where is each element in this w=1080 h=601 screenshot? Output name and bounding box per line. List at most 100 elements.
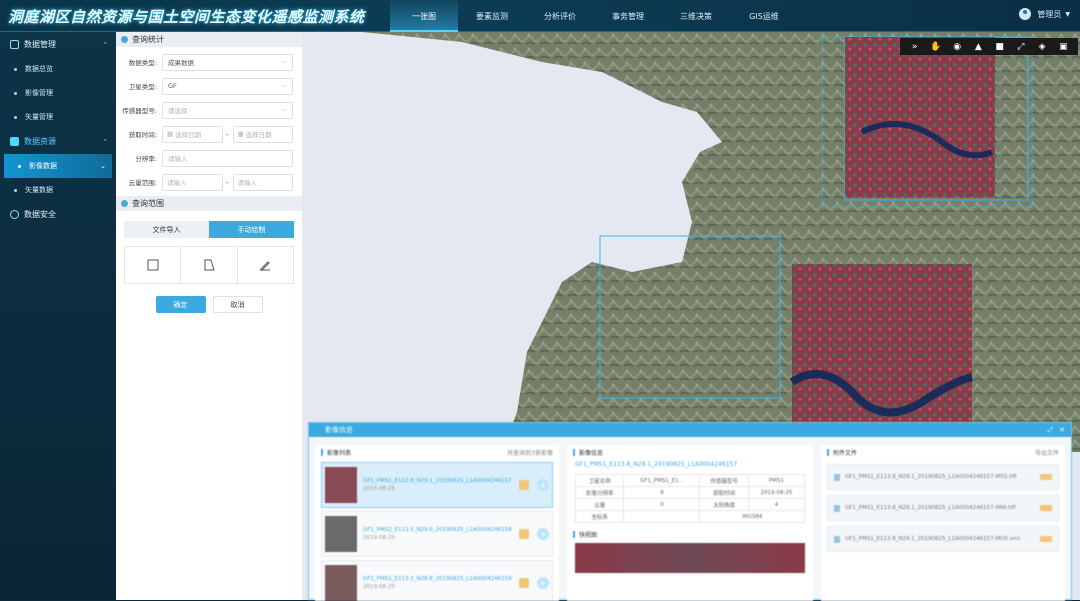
list-item[interactable]: GF1_PMS1_E113.2_N28.8_20190825_L1A000424… xyxy=(321,560,553,601)
input-placeholder: 请输入 xyxy=(237,179,258,187)
maximize-icon[interactable]: ⤢ xyxy=(1048,426,1054,435)
close-icon[interactable]: ✕ xyxy=(1059,426,1065,435)
database-icon xyxy=(10,40,19,49)
sidebar-item-image-management[interactable]: 影像管理 xyxy=(0,81,116,105)
hand-icon[interactable]: ✋ xyxy=(930,41,942,53)
select-value: 成果数据 xyxy=(168,59,194,67)
sidebar-item-image-data[interactable]: 影像数据 ⌄ xyxy=(4,154,112,178)
sidebar-group-data-management[interactable]: 数据管理 ⌃ xyxy=(0,32,116,57)
sidebar-group-data-resources[interactable]: 数据资源 ⌃ xyxy=(0,129,116,154)
start-date-picker[interactable]: ▦ 选择日期 xyxy=(162,125,223,143)
shield-icon xyxy=(10,210,19,219)
palette-icon[interactable]: ◉ xyxy=(951,41,963,53)
table-cell: 太阳角度 xyxy=(699,498,749,511)
bullet-icon xyxy=(14,188,17,192)
toolbox-icon[interactable]: ■ xyxy=(994,41,1006,53)
confirm-button[interactable]: 确定 xyxy=(155,296,206,313)
sidebar-item-vector-management[interactable]: 矢量管理 xyxy=(0,105,116,129)
freehand-tool[interactable] xyxy=(238,247,293,283)
resolution-input[interactable]: 请输入 xyxy=(162,149,293,167)
column-header: 快视图 xyxy=(567,527,813,541)
image-name: GF1_PMS1_E113.8_N29.1_20190825_L1A000424… xyxy=(363,478,512,484)
fullscreen-icon[interactable]: ⤢ xyxy=(1015,41,1027,53)
query-panel: 查询统计 数据类型: 成果数据 ⌄ 卫星类型: GF ⌄ 传感器型号: 请选择 ⌄ 获取时间… xyxy=(116,32,302,600)
table-cell: WGS84 xyxy=(699,510,805,523)
download-icon[interactable] xyxy=(1040,505,1052,511)
input-placeholder: 请输入 xyxy=(167,179,187,187)
chevron-down-icon: ⌄ xyxy=(100,162,106,170)
file-icon xyxy=(834,535,840,543)
sidebar-item-label: 矢量数据 xyxy=(25,186,53,194)
table-cell: 传感器型号 xyxy=(699,474,749,487)
sensor-select[interactable]: 请选择 ⌄ xyxy=(162,101,293,119)
select-placeholder: 请选择 xyxy=(168,107,188,115)
sidebar-group-data-security[interactable]: 数据安全 xyxy=(0,202,116,227)
add-icon[interactable]: + xyxy=(537,577,549,589)
column-header: 影像列表 共查询到3景影像 xyxy=(315,445,559,459)
cloud-max-input[interactable]: 请输入 xyxy=(232,173,293,191)
sidebar-item-label: 数据总览 xyxy=(25,65,53,73)
section-title: 查询范围 xyxy=(132,199,164,208)
map-toolbar: » ✋ ◉ ▲ ■ ⤢ ◈ ▣ xyxy=(900,38,1078,55)
file-name: GF1_PMS1_E113.8_N29.1_20190825_L1A000424… xyxy=(845,474,1017,480)
folder-icon[interactable] xyxy=(519,578,529,588)
nav-analysis[interactable]: 分析评价 xyxy=(526,0,594,32)
save-icon[interactable]: ▣ xyxy=(1057,41,1069,53)
rectangle-tool[interactable] xyxy=(125,247,182,283)
user-menu[interactable]: 管理员 ▼ xyxy=(1019,8,1070,20)
nav-affairs[interactable]: 事务管理 xyxy=(594,0,662,32)
data-type-select[interactable]: 成果数据 ⌄ xyxy=(162,53,293,71)
add-icon[interactable]: + xyxy=(537,528,549,540)
polygon-tool[interactable] xyxy=(181,247,238,283)
nav-feature-monitoring[interactable]: 要素监测 xyxy=(458,0,526,32)
layers-icon[interactable]: ◈ xyxy=(1036,41,1048,53)
table-cell: 坐标系 xyxy=(574,510,625,523)
attachments-column: 附件文件 导出文件 GF1_PMS1_E113.8_N29.1_20190825_… xyxy=(821,445,1065,601)
sidebar-item-vector-data[interactable]: 矢量数据 xyxy=(0,178,116,202)
cancel-button[interactable]: 取消 xyxy=(212,296,263,313)
add-icon[interactable]: + xyxy=(537,479,549,491)
nav-3d-decision[interactable]: 三维决策 xyxy=(662,0,730,32)
tab-file-import[interactable]: 文件导入 xyxy=(124,221,209,238)
end-date-picker[interactable]: ▦ 选择日期 xyxy=(232,125,293,143)
file-item[interactable]: GF1_PMS1_E113.8_N29.1_20190825_L1A000424… xyxy=(827,526,1059,552)
table-cell: 0 xyxy=(623,498,701,511)
rectangle-icon xyxy=(147,259,159,271)
nav-one-map[interactable]: 一张图 xyxy=(390,0,458,32)
folder-icon[interactable] xyxy=(519,529,529,539)
tab-manual-draw[interactable]: 手动绘制 xyxy=(209,221,294,238)
folder-icon[interactable] xyxy=(519,480,529,490)
sidebar: 数据管理 ⌃ 数据总览 影像管理 矢量管理 数据资源 ⌃ 影像数据 ⌄ 矢量数据 … xyxy=(0,32,116,600)
range-tabs: 文件导入 手动绘制 xyxy=(124,221,294,238)
export-link[interactable]: 导出文件 xyxy=(1035,448,1059,457)
table-cell: PMS1 xyxy=(747,474,806,487)
window-title: 影像信息 xyxy=(325,426,353,434)
image-meta-column: 影像信息 GF1_PMS1_E113.8_N29.1_20190825_L1A0… xyxy=(567,445,813,601)
list-item[interactable]: GF1_PMS2_E113.5_N29.0_20190825_L1A000424… xyxy=(321,511,553,557)
table-cell: GF1_PMS1_E1... xyxy=(623,474,701,487)
file-item[interactable]: GF1_PMS1_E113.8_N29.1_20190825_L1A000424… xyxy=(827,495,1059,521)
download-icon[interactable] xyxy=(1040,474,1052,480)
accent-bar xyxy=(321,448,323,456)
accent-bar xyxy=(827,448,829,456)
chevron-down-icon: ⌄ xyxy=(281,105,287,113)
range-separator: - xyxy=(226,177,229,187)
image-thumbnail xyxy=(325,467,357,503)
cloud-min-input[interactable]: 请输入 xyxy=(162,173,223,191)
search-icon xyxy=(121,36,128,43)
download-icon[interactable] xyxy=(1040,536,1052,542)
table-cell: 4 xyxy=(747,498,806,511)
field-label: 数据类型: xyxy=(128,59,157,67)
bullet-icon xyxy=(14,67,17,71)
list-item[interactable]: GF1_PMS1_E113.8_N29.1_20190825_L1A000424… xyxy=(321,462,553,508)
measure-icon[interactable]: ▲ xyxy=(972,41,984,53)
user-name: 管理员 xyxy=(1037,9,1062,19)
table-cell: 影像分辨率 xyxy=(574,486,625,499)
result-count: 共查询到3景影像 xyxy=(507,449,553,457)
collapse-icon[interactable]: » xyxy=(909,41,921,53)
nav-gis-ops[interactable]: GIS运维 xyxy=(730,0,798,32)
accent-bar xyxy=(573,530,575,538)
file-item[interactable]: GF1_PMS1_E113.8_N29.1_20190825_L1A000424… xyxy=(827,464,1059,490)
sidebar-item-overview[interactable]: 数据总览 xyxy=(0,57,116,81)
satellite-select[interactable]: GF ⌄ xyxy=(162,77,293,95)
